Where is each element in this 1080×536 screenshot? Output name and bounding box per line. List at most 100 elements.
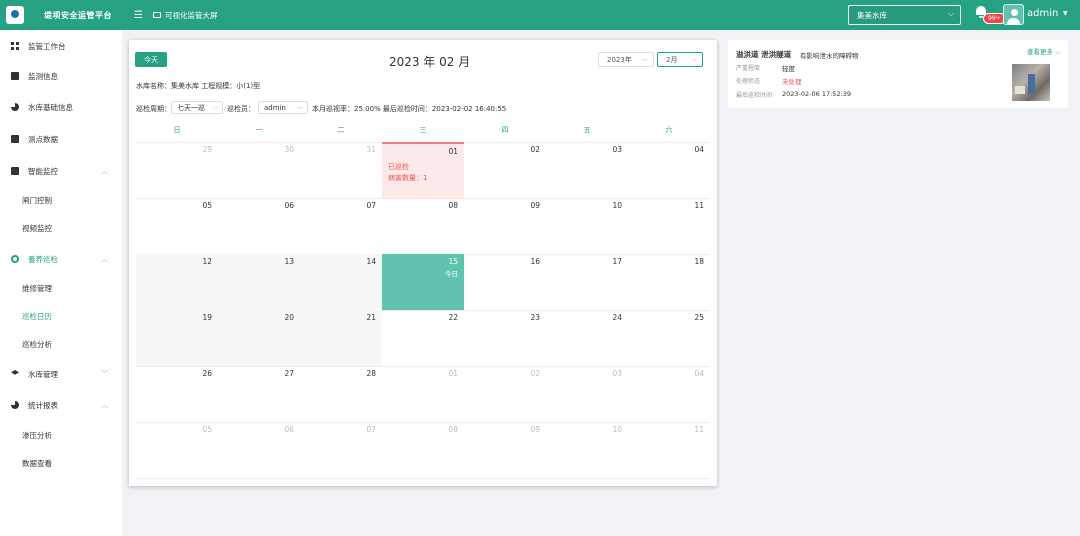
view-more-label: 查看更多 <box>1026 48 1053 56</box>
calendar-day[interactable]: 05 <box>136 422 218 478</box>
calendar-day[interactable]: 01 <box>382 366 464 422</box>
calendar-day[interactable]: 07 <box>300 198 382 254</box>
sidebar-item-reservoir-mgmt[interactable]: 水库管理 ﹀ <box>0 364 122 384</box>
today-label: 今日 <box>445 270 458 278</box>
sidebar-subitem-analysis[interactable]: 巡检分析 <box>22 339 52 350</box>
sidebar-item-smart-monitor[interactable]: 智能监控 ︿ <box>0 161 122 181</box>
sidebar-item-monitoring[interactable]: 监测信息 <box>0 66 122 86</box>
weekday-header: 六 <box>665 126 673 134</box>
calendar-title: 2023 年 02 月 <box>389 55 471 69</box>
calendar-day[interactable]: 20 <box>218 310 300 366</box>
calendar-day[interactable]: 18 <box>628 254 710 310</box>
cycle-select[interactable]: 七天一巡 ⌵ <box>171 101 223 114</box>
sidebar-item-reservoir-info[interactable]: 水库基础信息 <box>0 97 122 117</box>
app-title: 堤坝安全运管平台 <box>44 10 112 20</box>
calendar-day[interactable]: 31 <box>300 142 382 198</box>
calendar-day[interactable]: 02 <box>464 142 546 198</box>
sidebar-item-inspection[interactable]: 養养巡检 ︿ <box>0 249 122 269</box>
chevron-up-icon: ︿ <box>101 255 108 263</box>
day-number: 18 <box>694 257 704 266</box>
calendar-day[interactable]: 24 <box>546 310 628 366</box>
calendar-day[interactable]: 04 <box>628 142 710 198</box>
bigscreen-link[interactable]: 可视化监管大屏 <box>152 10 217 21</box>
day-number: 05 <box>202 201 212 210</box>
calendar-day[interactable]: 07 <box>300 422 382 478</box>
calendar-day[interactable]: 10 <box>546 422 628 478</box>
calendar-day[interactable]: 14 <box>300 254 382 310</box>
calendar-day[interactable]: 02 <box>464 366 546 422</box>
calendar-day[interactable]: 22 <box>382 310 464 366</box>
view-more-link[interactable]: 查看更多 ⌵ <box>1027 46 1060 57</box>
calendar-day[interactable]: 09 <box>464 422 546 478</box>
calendar-day[interactable]: 05 <box>136 198 218 254</box>
calendar-day[interactable]: 12 <box>136 254 218 310</box>
calendar-day[interactable]: 23 <box>464 310 546 366</box>
inspector-select[interactable]: admin ⌵ <box>258 101 308 114</box>
sidebar-subitem-seepage[interactable]: 渗压分析 <box>22 430 52 441</box>
day-number: 11 <box>694 425 704 434</box>
calendar-day[interactable]: 09 <box>464 198 546 254</box>
year-select[interactable]: 2023年 ⌵ <box>598 52 654 67</box>
calendar-day-today[interactable]: 15 今日 <box>382 254 464 310</box>
calendar-day[interactable]: 13 <box>218 254 300 310</box>
sidebar-item-reports[interactable]: 统计报表 ︿ <box>0 395 122 415</box>
calendar-day[interactable]: 28 <box>300 366 382 422</box>
day-number: 23 <box>530 313 540 322</box>
sidebar-item-label: 统计报表 <box>28 400 58 410</box>
today-button[interactable]: 今天 <box>135 52 167 67</box>
day-number: 29 <box>202 145 212 154</box>
calendar-day[interactable]: 11 <box>628 198 710 254</box>
menu-toggle-icon[interactable]: ☰ <box>134 10 143 21</box>
sidebar-subitem-video[interactable]: 视频监控 <box>22 223 52 234</box>
sidebar-item-label: 水库管理 <box>28 369 58 379</box>
calendar-day[interactable]: 03 <box>546 366 628 422</box>
day-number: 06 <box>284 425 294 434</box>
sidebar-subitem-data-view[interactable]: 数据查看 <box>22 458 52 469</box>
calendar-day[interactable]: 04 <box>628 366 710 422</box>
issue-card[interactable]: 溢洪道 泄洪隧道 有影响泄水的障碍物 查看更多 ⌵ 严重程度 轻度 处理状态 未… <box>728 40 1068 108</box>
weekday-header: 一 <box>255 126 263 134</box>
day-number: 17 <box>612 257 622 266</box>
calendar-day[interactable]: 10 <box>546 198 628 254</box>
avatar[interactable] <box>1003 4 1024 25</box>
calendar-day[interactable]: 16 <box>464 254 546 310</box>
calendar-day[interactable]: 08 <box>382 422 464 478</box>
calendar-day[interactable]: 01 已巡检 病害数量：1 <box>382 142 464 198</box>
day-number: 07 <box>366 425 376 434</box>
day-number: 04 <box>694 369 704 378</box>
calendar-day[interactable]: 25 <box>628 310 710 366</box>
calendar-day[interactable]: 30 <box>218 142 300 198</box>
month-select[interactable]: 2月 ⌵ <box>657 52 703 67</box>
calendar-day[interactable]: 21 <box>300 310 382 366</box>
calendar-day[interactable]: 19 <box>136 310 218 366</box>
day-number: 08 <box>448 425 458 434</box>
monitor-icon <box>11 72 19 80</box>
caret-down-icon[interactable]: ▼ <box>1063 10 1068 17</box>
calendar-day[interactable]: 26 <box>136 366 218 422</box>
day-number: 01 <box>448 369 458 378</box>
time-value: 2023-02-06 17:52:39 <box>782 90 852 98</box>
sidebar-item-point-data[interactable]: 测点数据 <box>0 129 122 149</box>
calendar-day[interactable]: 17 <box>546 254 628 310</box>
calendar-day[interactable]: 11 <box>628 422 710 478</box>
calendar-day[interactable]: 27 <box>218 366 300 422</box>
calendar-day[interactable]: 08 <box>382 198 464 254</box>
weekday-header: 五 <box>583 126 591 134</box>
reservoir-select[interactable]: 集美水库 ⌵ <box>848 5 961 25</box>
inspector-label: 巡检员： <box>227 105 255 113</box>
calendar-day[interactable]: 06 <box>218 198 300 254</box>
calendar-day[interactable]: 03 <box>546 142 628 198</box>
logo <box>6 6 24 24</box>
sidebar-item-workbench[interactable]: 监管工作台 <box>0 36 122 56</box>
day-number: 24 <box>612 313 622 322</box>
chevron-down-icon: ⌵ <box>212 103 218 111</box>
day-number: 02 <box>530 145 540 154</box>
calendar-day[interactable]: 29 <box>136 142 218 198</box>
calendar-day[interactable]: 06 <box>218 422 300 478</box>
issue-photo[interactable] <box>1012 64 1050 101</box>
username[interactable]: admin <box>1027 8 1058 19</box>
day-number: 15 <box>448 257 458 266</box>
sidebar-subitem-maintenance[interactable]: 维修管理 <box>22 283 52 294</box>
sidebar-subitem-gate-control[interactable]: 闸门控制 <box>22 195 52 206</box>
sidebar-subitem-calendar[interactable]: 巡检日历 <box>22 311 52 322</box>
